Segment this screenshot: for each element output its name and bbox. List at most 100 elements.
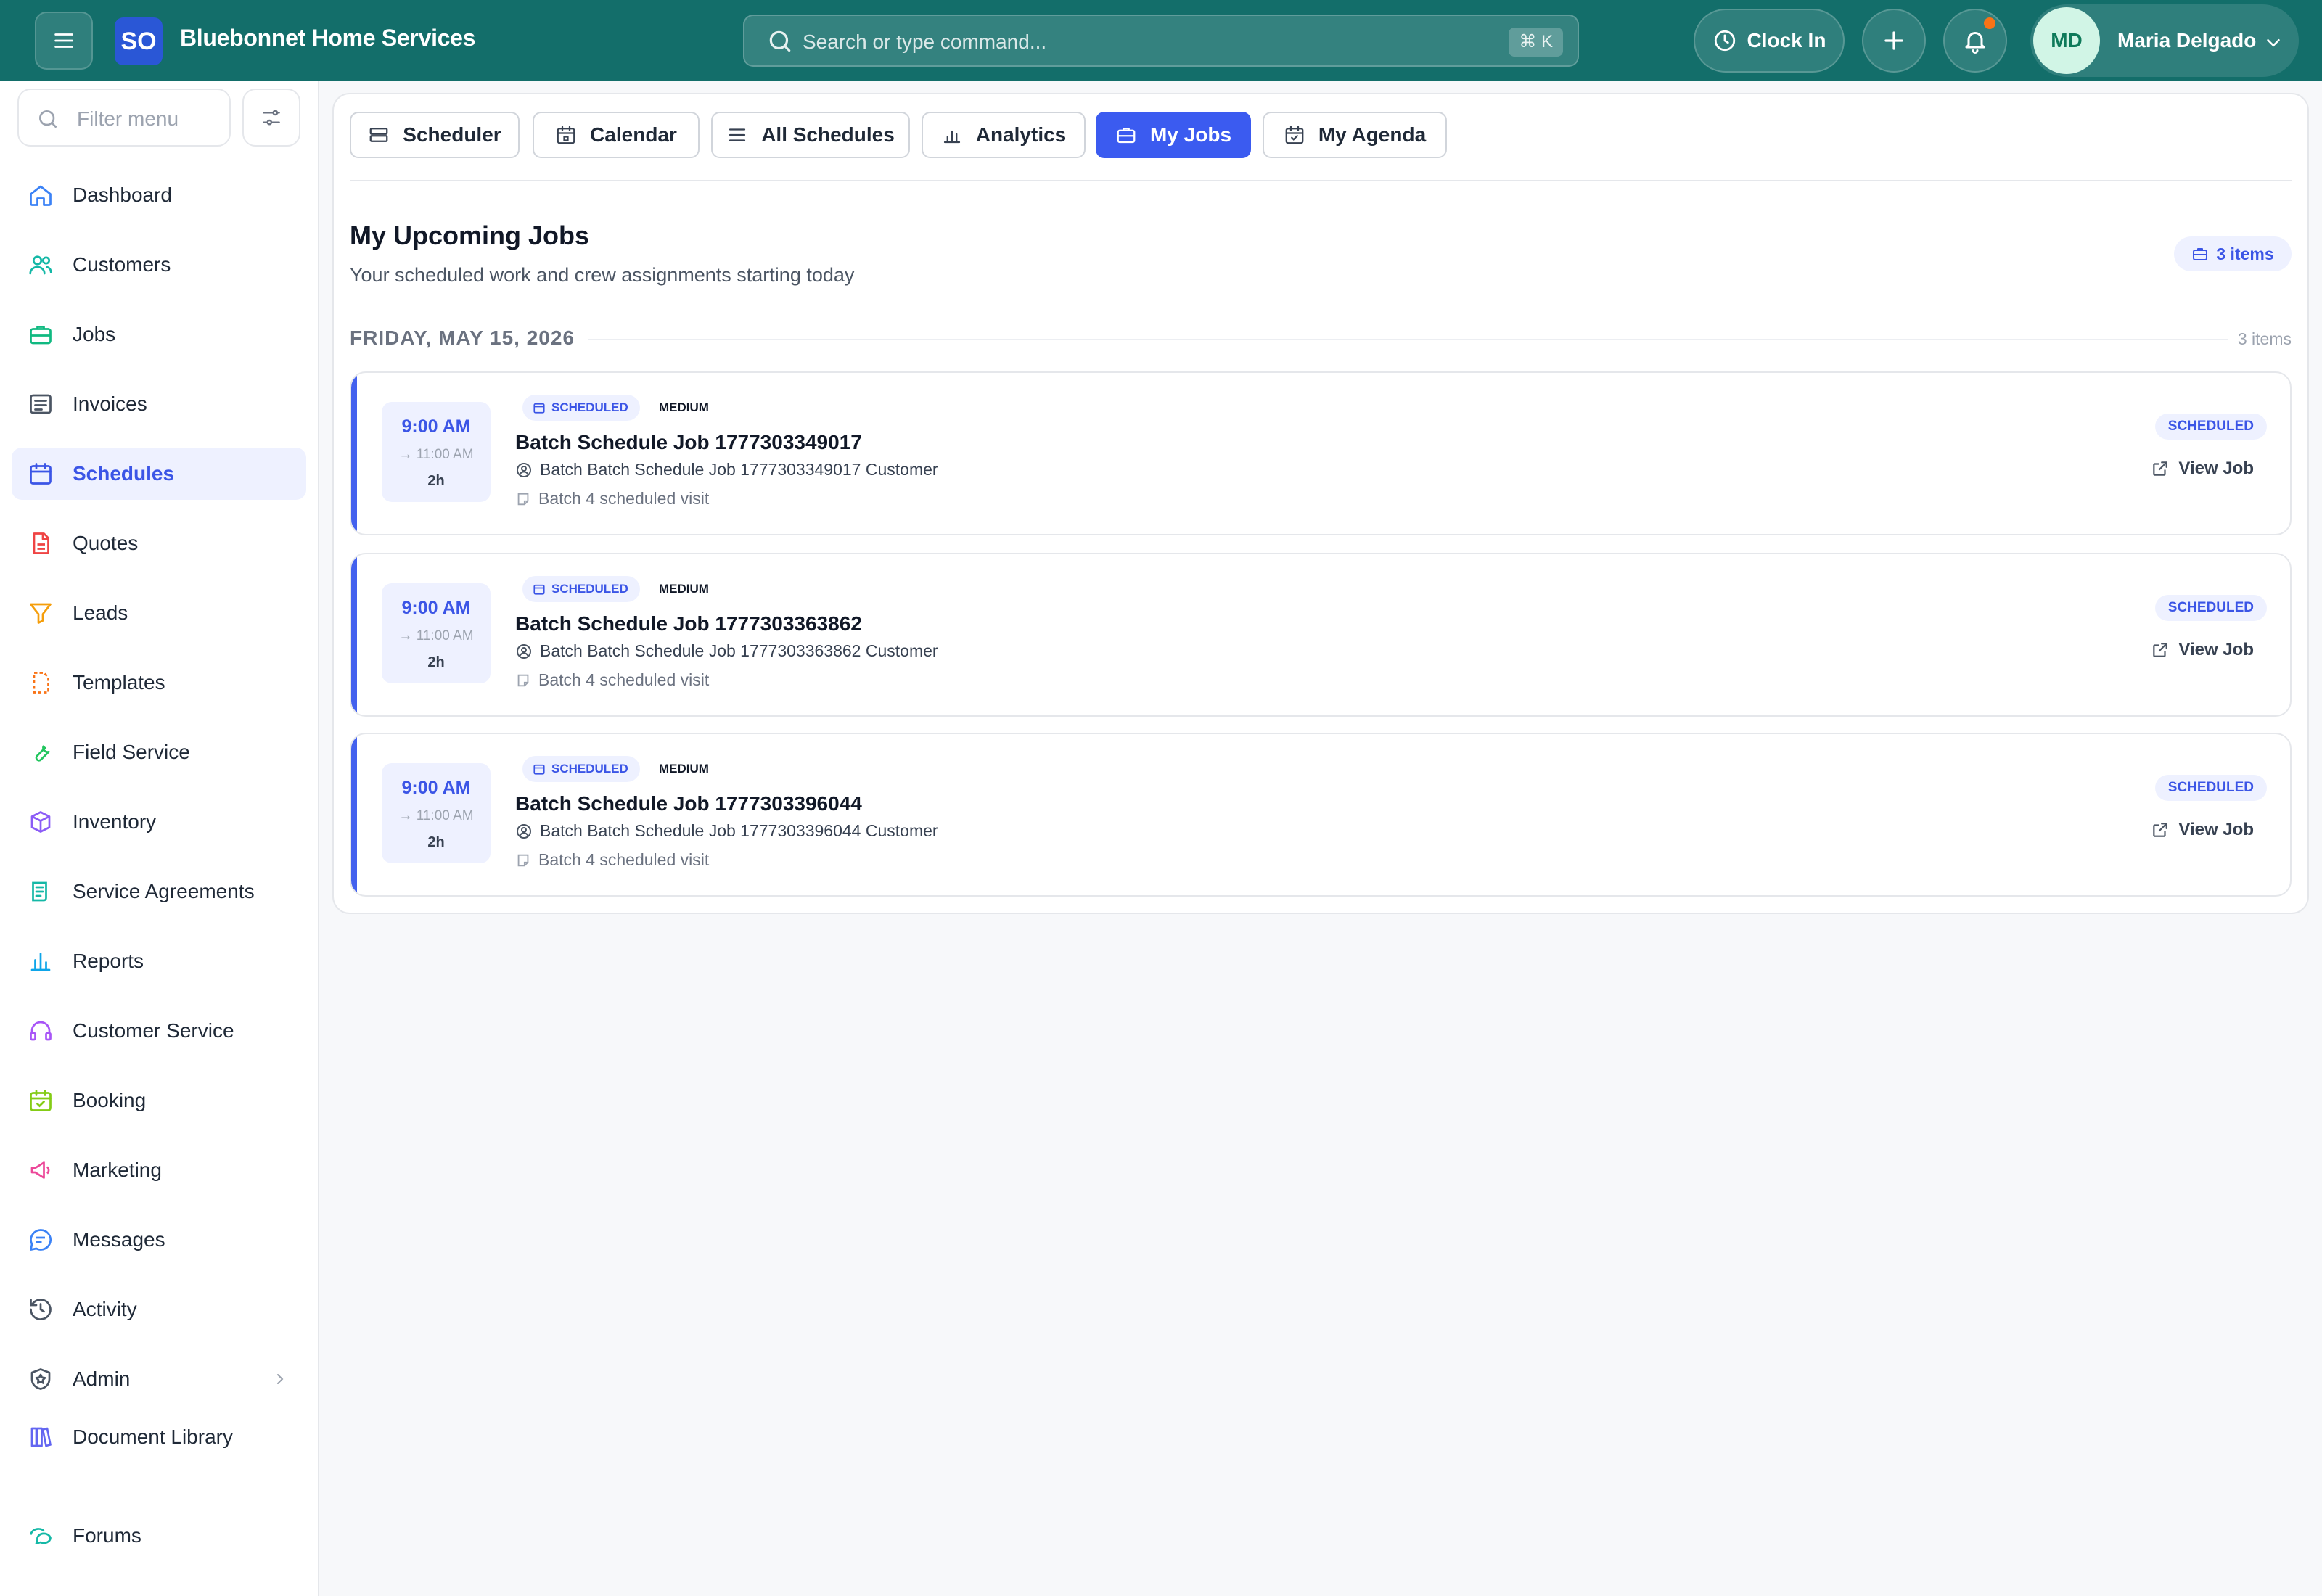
user-name: Maria Delgado: [2117, 29, 2257, 52]
job-priority: MEDIUM: [659, 582, 709, 596]
tab-label: Scheduler: [403, 123, 501, 146]
job-title[interactable]: Batch Schedule Job 1777303363862: [515, 612, 862, 635]
scroll-icon: [32, 881, 47, 902]
sidebar-item-messages[interactable]: Messages: [12, 1214, 306, 1266]
avatar: MD: [2033, 7, 2100, 74]
job-status-badge: SCHEDULED: [522, 576, 640, 602]
job-end-time: → 11:00 AM: [398, 808, 474, 823]
filter-placeholder: Filter menu: [77, 107, 179, 130]
sidebar-item-marketing[interactable]: Marketing: [12, 1144, 306, 1196]
sidebar-item-label: Customers: [73, 253, 171, 276]
sidebar-item-label: Templates: [73, 671, 165, 694]
job-status-badge-label: SCHEDULED: [551, 400, 628, 414]
job-customer: Batch Batch Schedule Job 1777303363862 C…: [515, 641, 938, 661]
sidebar-item-dashboard[interactable]: Dashboard: [12, 169, 306, 221]
user-menu[interactable]: MD Maria Delgado: [2030, 4, 2299, 77]
job-status-pill: SCHEDULED: [2154, 775, 2267, 801]
sidebar-item-forums[interactable]: Forums: [12, 1510, 306, 1562]
sidebar-item-document-library[interactable]: Document Library: [12, 1411, 306, 1463]
sidebar-item-reports[interactable]: Reports: [12, 935, 306, 987]
date-group-count: 3 items: [2237, 329, 2292, 348]
job-note: Batch 4 scheduled visit: [515, 489, 709, 509]
job-card[interactable]: 9:00 AM → 11:00 AM 2h SCHEDULED MEDIUM B…: [350, 371, 2292, 535]
notifications-button[interactable]: [1943, 9, 2007, 73]
sidebar-item-label: Service Agreements: [73, 880, 255, 902]
command-search[interactable]: Search or type command... ⌘ K: [743, 15, 1579, 67]
invoice-icon: [30, 394, 52, 414]
job-card[interactable]: 9:00 AM → 11:00 AM 2h SCHEDULED MEDIUM B…: [350, 733, 2292, 897]
clock-in-button[interactable]: Clock In: [1694, 9, 1845, 73]
view-job-link[interactable]: View Job: [2151, 820, 2254, 840]
job-note-text: Batch 4 scheduled visit: [538, 670, 710, 689]
sidebar-item-jobs[interactable]: Jobs: [12, 308, 306, 361]
sidebar-item-admin[interactable]: Admin: [12, 1353, 306, 1405]
tab-my-agenda[interactable]: My Agenda: [1263, 112, 1447, 158]
sidebar-item-label: Messages: [73, 1228, 165, 1251]
job-note-text: Batch 4 scheduled visit: [538, 489, 710, 508]
job-card[interactable]: 9:00 AM → 11:00 AM 2h SCHEDULED MEDIUM B…: [350, 553, 2292, 717]
tab-analytics[interactable]: Analytics: [922, 112, 1086, 158]
job-time-box: 9:00 AM → 11:00 AM 2h: [382, 763, 491, 863]
job-customer: Batch Batch Schedule Job 1777303349017 C…: [515, 460, 938, 480]
sidebar-item-leads[interactable]: Leads: [12, 587, 306, 639]
tab-label: My Agenda: [1318, 123, 1427, 146]
job-time-box: 9:00 AM → 11:00 AM 2h: [382, 402, 491, 502]
headset-icon: [30, 1021, 52, 1041]
brand-logo[interactable]: SO: [115, 17, 163, 65]
wrench-icon: [35, 745, 50, 762]
sidebar-item-service-agreements[interactable]: Service Agreements: [12, 865, 306, 918]
agenda-icon: [1285, 126, 1304, 144]
sidebar-item-customer-service[interactable]: Customer Service: [12, 1005, 306, 1057]
sidebar-item-field-service[interactable]: Field Service: [12, 726, 306, 778]
hamburger-icon: [54, 33, 73, 48]
filter-menu-input[interactable]: Filter menu: [17, 89, 231, 147]
job-status-badge-label: SCHEDULED: [551, 582, 628, 596]
sidebar-item-label: Leads: [73, 601, 128, 624]
note-icon: [517, 854, 529, 866]
tab-my-jobs[interactable]: My Jobs: [1096, 112, 1251, 158]
sidebar-item-invoices[interactable]: Invoices: [12, 378, 306, 430]
scheduler-icon: [369, 128, 388, 142]
chevron-right-icon: [277, 1374, 284, 1384]
tab-all-schedules[interactable]: All Schedules: [711, 112, 910, 158]
create-new-button[interactable]: [1862, 9, 1926, 73]
sidebar-item-label: Dashboard: [73, 184, 172, 206]
view-job-link[interactable]: View Job: [2151, 640, 2254, 660]
tab-calendar[interactable]: Calendar: [533, 112, 700, 158]
sidebar-item-label: Reports: [73, 950, 144, 972]
forum-icon: [30, 1528, 52, 1544]
tab-scheduler[interactable]: Scheduler: [350, 112, 520, 158]
sidebar-item-inventory[interactable]: Inventory: [12, 796, 306, 848]
job-status-pill: SCHEDULED: [2154, 414, 2267, 440]
search-placeholder: Search or type command...: [803, 30, 1047, 53]
top-bar: SO Bluebonnet Home Services Search or ty…: [0, 0, 2322, 81]
job-start-time: 9:00 AM: [401, 778, 471, 798]
job-customer-name: Batch Batch Schedule Job 1777303349017 C…: [540, 460, 938, 479]
job-priority: MEDIUM: [659, 762, 709, 776]
plus-icon: [1884, 31, 1903, 50]
megaphone-icon: [30, 1161, 50, 1179]
box-icon: [30, 811, 51, 833]
sidebar-item-customers[interactable]: Customers: [12, 239, 306, 291]
hamburger-menu-button[interactable]: [35, 12, 93, 70]
sidebar-item-booking[interactable]: Booking: [12, 1074, 306, 1127]
filter-settings-button[interactable]: [242, 89, 300, 147]
view-job-link[interactable]: View Job: [2151, 458, 2254, 479]
briefcase-icon: [2193, 248, 2208, 260]
job-start-time: 9:00 AM: [401, 598, 471, 618]
sidebar-item-templates[interactable]: Templates: [12, 657, 306, 709]
sidebar-item-label: Forums: [73, 1524, 141, 1547]
shield-icon: [30, 1368, 51, 1390]
sidebar-item-label: Invoices: [73, 392, 147, 415]
calendar-check-icon: [30, 1090, 52, 1111]
sidebar-item-label: Quotes: [73, 532, 139, 554]
sidebar-item-activity[interactable]: Activity: [12, 1283, 306, 1336]
sidebar-item-quotes[interactable]: Quotes: [12, 517, 306, 569]
sidebar-item-schedules[interactable]: Schedules: [12, 448, 306, 500]
user-circle-icon: [517, 823, 531, 839]
job-title[interactable]: Batch Schedule Job 1777303396044: [515, 792, 862, 815]
job-accent-stripe: [351, 734, 357, 895]
page-title: My Upcoming Jobs: [350, 221, 590, 250]
job-title[interactable]: Batch Schedule Job 1777303349017: [515, 431, 862, 454]
view-job-label: View Job: [2178, 640, 2254, 659]
